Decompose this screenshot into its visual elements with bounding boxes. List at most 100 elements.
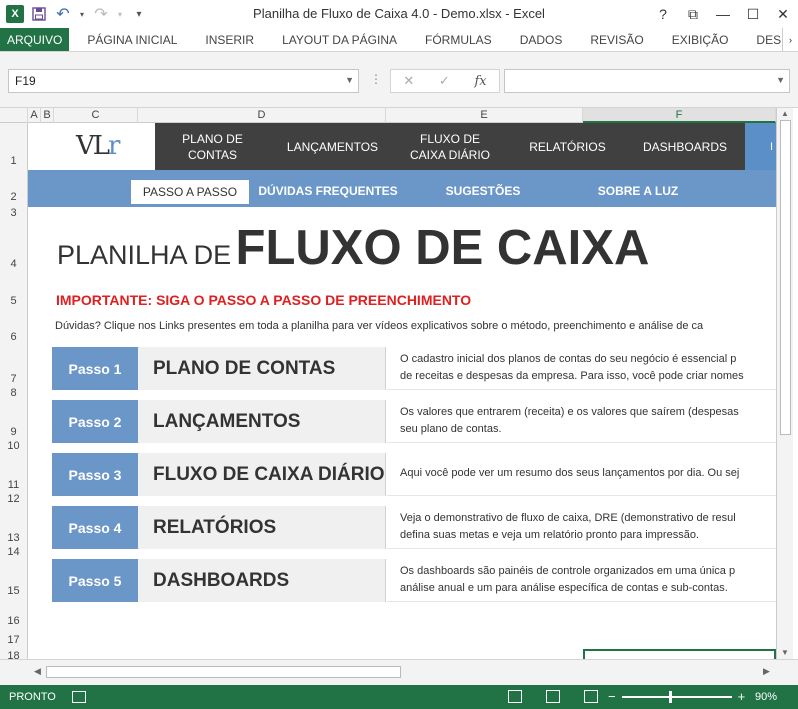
- enter-entry-icon[interactable]: ✓: [439, 73, 450, 89]
- step-description: Os valores que entrarem (receita) e os v…: [387, 400, 776, 443]
- nav-lancamentos[interactable]: LANÇAMENTOS: [270, 139, 395, 155]
- tab-arquivo[interactable]: ARQUIVO: [0, 28, 70, 51]
- redo-dropdown-icon[interactable]: ▾: [116, 5, 124, 23]
- redo-icon[interactable]: ↷: [92, 5, 110, 23]
- column-header-d[interactable]: D: [138, 108, 386, 123]
- nav-plano-de-contas[interactable]: PLANO DE CONTAS: [155, 131, 270, 163]
- macro-record-icon[interactable]: [72, 691, 86, 703]
- tab-formulas[interactable]: FÓRMULAS: [411, 28, 506, 51]
- step-name[interactable]: RELATÓRIOS: [138, 506, 386, 549]
- row-header[interactable]: 15: [0, 585, 27, 597]
- scroll-left-icon[interactable]: ◀: [34, 666, 41, 677]
- sub-navigation: PASSO A PASSO DÚVIDAS FREQUENTES SUGESTÕ…: [28, 170, 776, 207]
- scroll-right-icon[interactable]: ▶: [763, 666, 770, 677]
- nav-fluxo-de-caixa-diario[interactable]: FLUXO DE CAIXA DIÁRIO: [395, 131, 505, 163]
- intro-text: Dúvidas? Clique nos Links presentes em t…: [55, 320, 704, 332]
- row-header[interactable]: 6: [0, 331, 27, 343]
- step-description-line: Os valores que entrarem (receita) e os v…: [400, 406, 739, 418]
- row-header[interactable]: 17: [0, 634, 27, 646]
- nav-active-cut[interactable]: I: [745, 123, 776, 170]
- row-header[interactable]: 12: [0, 493, 27, 505]
- vertical-scroll-thumb[interactable]: [780, 120, 791, 435]
- column-header-c[interactable]: C: [54, 108, 138, 123]
- row-header[interactable]: 8: [0, 387, 27, 399]
- step-description-line: Os dashboards são painéis de controle or…: [400, 565, 736, 577]
- step-badge[interactable]: Passo 1: [52, 347, 138, 390]
- step-name[interactable]: PLANO DE CONTAS: [138, 347, 386, 390]
- row-header[interactable]: 13: [0, 532, 27, 544]
- column-header-b[interactable]: B: [41, 108, 54, 123]
- step-badge[interactable]: Passo 3: [52, 453, 138, 496]
- tab-inserir[interactable]: INSERIR: [191, 28, 268, 51]
- row-header[interactable]: 14: [0, 546, 27, 558]
- subnav-passo-a-passo[interactable]: PASSO A PASSO: [131, 180, 249, 204]
- step-badge[interactable]: Passo 4: [52, 506, 138, 549]
- tab-layout-da-pagina[interactable]: LAYOUT DA PÁGINA: [268, 28, 411, 51]
- name-box[interactable]: F19 ▼: [8, 69, 359, 93]
- company-logo[interactable]: VLr: [76, 131, 121, 161]
- column-headers: A B C D E F: [0, 108, 776, 123]
- step-name[interactable]: FLUXO DE CAIXA DIÁRIO: [138, 453, 386, 496]
- help-button[interactable]: ?: [648, 6, 678, 22]
- subnav-sugestoes[interactable]: SUGESTÕES: [428, 179, 538, 203]
- selected-cell-f19[interactable]: [583, 649, 776, 659]
- zoom-out-button[interactable]: −: [608, 689, 616, 704]
- row-header[interactable]: 2: [0, 191, 27, 203]
- row-header[interactable]: 11: [0, 479, 27, 491]
- subnav-sobre-a-luz[interactable]: SOBRE A LUZ: [583, 179, 693, 203]
- tab-exibicao[interactable]: EXIBIÇÃO: [658, 28, 743, 51]
- column-header-a[interactable]: A: [28, 108, 41, 123]
- step-description-line: análise anual e um para análise específi…: [400, 582, 728, 594]
- undo-dropdown-icon[interactable]: ▾: [78, 5, 86, 23]
- ribbon-scroll-right-button[interactable]: ›: [782, 28, 798, 51]
- select-all-corner[interactable]: [0, 108, 28, 123]
- row-header[interactable]: 3: [0, 207, 27, 219]
- row-header[interactable]: 16: [0, 615, 27, 627]
- row-header[interactable]: 1: [0, 155, 27, 167]
- formula-bar-splitter[interactable]: ⋮: [370, 72, 382, 86]
- undo-icon[interactable]: ↶: [54, 5, 72, 23]
- horizontal-scroll-thumb[interactable]: [46, 666, 401, 678]
- horizontal-scrollbar[interactable]: ◀ ▶: [28, 663, 776, 681]
- cancel-entry-icon[interactable]: ✕: [403, 73, 414, 89]
- close-button[interactable]: ✕: [768, 6, 798, 23]
- zoom-in-button[interactable]: +: [738, 689, 746, 704]
- normal-view-icon[interactable]: [508, 690, 522, 703]
- step-badge[interactable]: Passo 5: [52, 559, 138, 602]
- zoom-slider[interactable]: [621, 690, 732, 703]
- important-notice: IMPORTANTE: SIGA O PASSO A PASSO DE PREE…: [56, 292, 472, 308]
- tab-dados[interactable]: DADOS: [506, 28, 577, 51]
- scroll-down-icon[interactable]: ▼: [781, 648, 789, 657]
- zoom-slider-knob[interactable]: [669, 690, 673, 703]
- step-badge[interactable]: Passo 2: [52, 400, 138, 443]
- expand-formula-icon[interactable]: ▼: [776, 75, 785, 85]
- zoom-level[interactable]: 90%: [755, 691, 777, 703]
- tab-pagina-inicial[interactable]: PÁGINA INICIAL: [69, 28, 191, 51]
- ribbon-display-button[interactable]: ⧉: [678, 6, 708, 23]
- vertical-scrollbar[interactable]: ▲ ▼: [776, 108, 793, 659]
- row-header[interactable]: 9: [0, 426, 27, 438]
- page-layout-view-icon[interactable]: [546, 690, 560, 703]
- name-box-dropdown-icon[interactable]: ▼: [345, 75, 354, 85]
- step-name[interactable]: DASHBOARDS: [138, 559, 386, 602]
- tab-revisao[interactable]: REVISÃO: [576, 28, 657, 51]
- minimize-button[interactable]: —: [708, 6, 738, 22]
- formula-input[interactable]: ▼: [504, 69, 790, 93]
- maximize-button[interactable]: ☐: [738, 6, 768, 23]
- save-icon[interactable]: [30, 5, 48, 23]
- scroll-up-icon[interactable]: ▲: [781, 109, 789, 118]
- row-header[interactable]: 10: [0, 440, 27, 452]
- nav-relatorios[interactable]: RELATÓRIOS: [505, 139, 630, 155]
- step-name[interactable]: LANÇAMENTOS: [138, 400, 386, 443]
- nav-dashboards[interactable]: DASHBOARDS: [630, 139, 740, 155]
- column-header-f[interactable]: F: [583, 108, 776, 123]
- page-break-view-icon[interactable]: [584, 690, 598, 703]
- row-header[interactable]: 4: [0, 258, 27, 270]
- row-header[interactable]: 5: [0, 295, 27, 307]
- insert-function-icon[interactable]: fx: [474, 74, 486, 89]
- customize-qat-icon[interactable]: ▾: [130, 5, 148, 23]
- row-header[interactable]: 7: [0, 373, 27, 385]
- column-header-e[interactable]: E: [386, 108, 583, 123]
- subnav-duvidas-frequentes[interactable]: DÚVIDAS FREQUENTES: [253, 179, 403, 203]
- step-description-line: Veja o demonstrativo de fluxo de caixa, …: [400, 512, 736, 524]
